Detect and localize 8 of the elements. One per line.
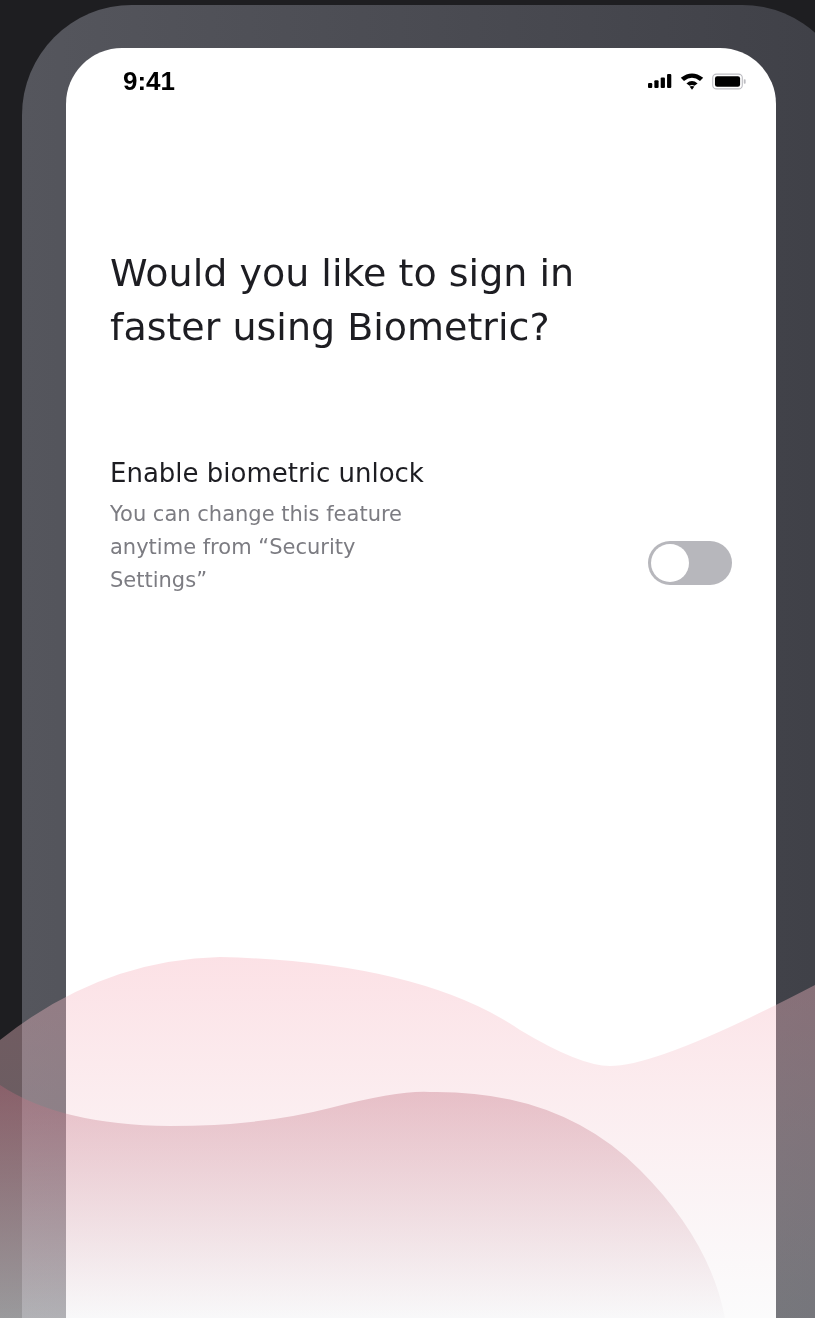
signal-icon <box>648 73 672 89</box>
battery-icon <box>712 72 746 90</box>
page-heading: Would you like to sign in faster using Biometric? <box>110 250 576 351</box>
setting-label: Enable biometric unlock <box>110 458 425 488</box>
biometric-toggle[interactable] <box>648 541 732 585</box>
setting-description: You can change this feature anytime from “Security Settings” <box>110 501 404 594</box>
wifi-icon <box>680 72 704 90</box>
status-time: 9:41 <box>123 65 176 97</box>
